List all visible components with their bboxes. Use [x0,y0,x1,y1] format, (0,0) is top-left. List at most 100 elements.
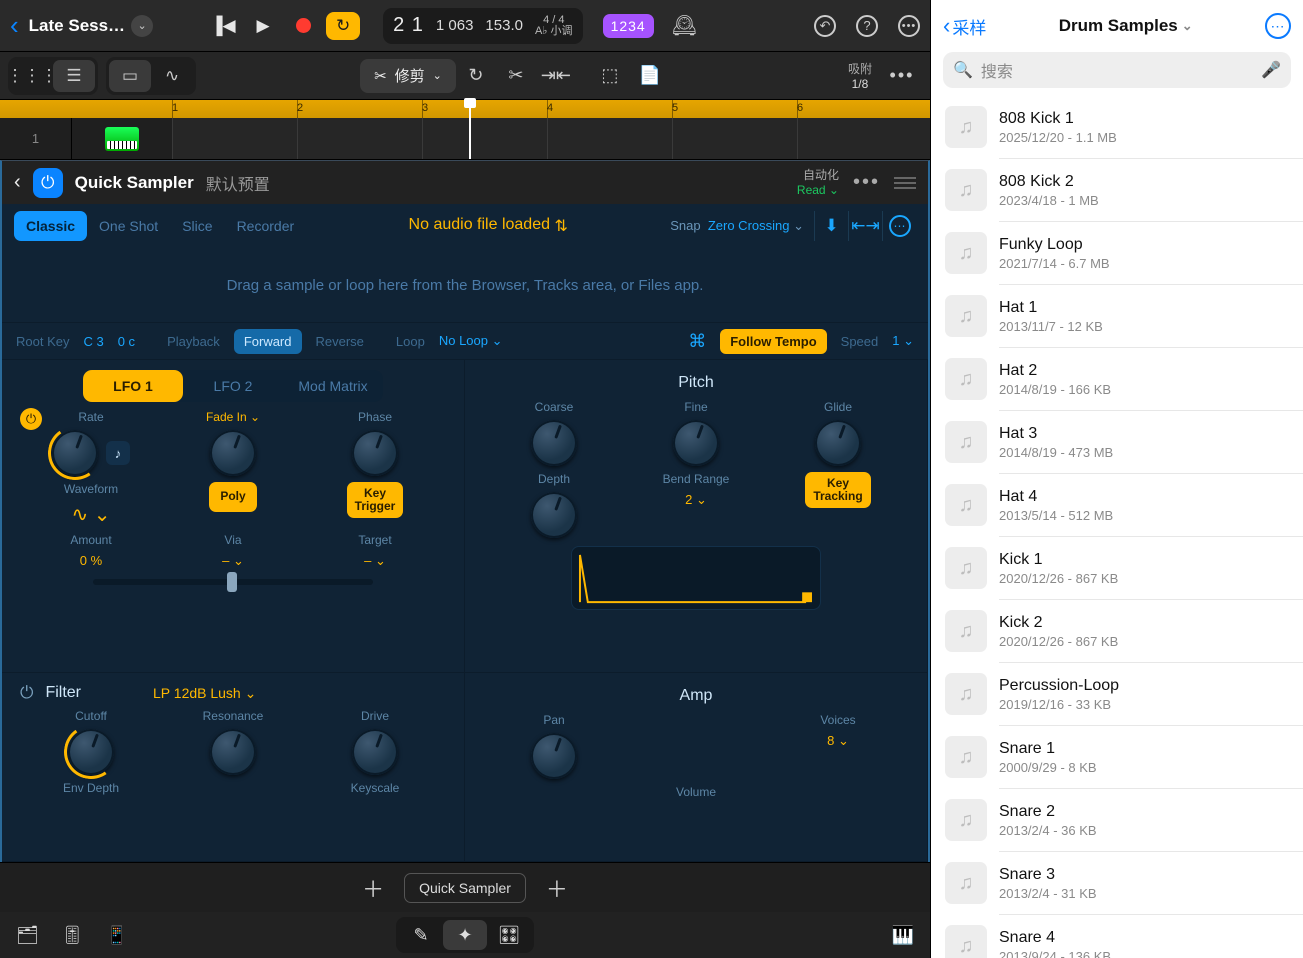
join-tool-button[interactable]: ⇥⇤ [536,59,576,93]
sidebar-title[interactable]: Drum Samples⌄ [990,16,1261,36]
rate-knob[interactable] [52,430,98,476]
plugin-slot[interactable]: Quick Sampler [404,873,526,903]
loop-value[interactable]: No Loop ⌄ [439,333,503,349]
list-item[interactable]: ♫Kick 12020/12/26 - 867 KB [931,537,1303,599]
mode-classic[interactable]: Classic [14,211,87,241]
rate-sync-button[interactable]: ♪ [106,441,130,465]
lfo-tab-2[interactable]: Mod Matrix [283,370,383,402]
pitch-envelope[interactable] [571,546,821,610]
list-item[interactable]: ♫Snare 42013/9/24 - 136 KB [931,915,1303,958]
list-item[interactable]: ♫Hat 12013/11/7 - 12 KB [931,285,1303,347]
speed-value[interactable]: 1 ⌄ [892,333,914,349]
amount-value[interactable]: 0 % [80,553,102,568]
add-plugin-before-button[interactable]: ＋ [356,871,390,905]
list-item[interactable]: ♫808 Kick 12025/12/20 - 1.1 MB [931,96,1303,158]
play-button[interactable]: ▶ [243,9,283,43]
reverse-button[interactable]: Reverse [316,334,364,349]
phase-knob[interactable] [352,430,398,476]
lfo-tab-0[interactable]: LFO 1 [83,370,183,402]
cycle-button[interactable]: ↻ [323,9,363,43]
plugin-back-button[interactable]: ‹ [14,171,21,194]
toolbar-more-button[interactable]: ••• [882,59,922,93]
undo-history-button[interactable]: ↶ [814,15,836,37]
list-item[interactable]: ♫808 Kick 22023/4/18 - 1 MB [931,159,1303,221]
paste-tool-button[interactable]: 📄 [630,59,670,93]
settings-button[interactable]: ••• [898,15,920,37]
help-button[interactable]: ? [856,15,878,37]
smart-mode-button[interactable]: ✦ [443,920,487,950]
record-button[interactable] [283,9,323,43]
edit-tool-button[interactable]: ✂ 修剪 ⌄ [360,59,456,93]
grid-view-button[interactable]: ⋮⋮⋮ [11,60,53,92]
region-inspector-button[interactable]: ▭ [109,60,151,92]
channel-button[interactable]: 📱 [106,925,128,946]
fine-knob[interactable] [673,420,719,466]
mode-recorder[interactable]: Recorder [225,211,307,241]
project-title[interactable]: Late Sess… [29,16,125,36]
key-tracking-button[interactable]: KeyTracking [805,472,870,508]
add-plugin-after-button[interactable]: ＋ [540,871,574,905]
waveform-selector[interactable]: ∿ ⌄ [71,502,110,527]
sampler-more-button[interactable]: ⋯ [882,211,916,241]
forward-button[interactable]: Forward [234,329,302,354]
pan-knob[interactable] [531,733,577,779]
list-item[interactable]: ♫Snare 12000/9/29 - 8 KB [931,726,1303,788]
mixer-button[interactable]: 🎚 [61,925,84,946]
drive-knob[interactable] [352,729,398,775]
filter-mode[interactable]: LP 12dB Lush ⌄ [153,685,256,702]
target-value[interactable]: – ⌄ [364,553,386,569]
cutoff-knob[interactable] [68,729,114,775]
automation-mode[interactable]: 自动化 Read ⌄ [797,168,839,197]
library-button[interactable]: 🗂 [16,925,39,946]
follow-tempo-button[interactable]: Follow Tempo [720,329,826,354]
sidebar-search[interactable]: 🔍 搜索 🎤 [943,52,1291,88]
voices-value[interactable]: 8 ⌄ [827,733,849,749]
tune-value[interactable]: 0 c [118,334,135,349]
drop-area[interactable]: Drag a sample or loop here from the Brow… [2,248,928,322]
list-item[interactable]: ♫Snare 22013/2/4 - 36 KB [931,789,1303,851]
count-in-button[interactable]: 1234 [603,14,654,38]
plugin-power-button[interactable]: ⏻ [33,168,63,198]
fade-label[interactable]: Fade In ⌄ [206,410,260,424]
split-tool-button[interactable]: ✂ [496,59,536,93]
list-item[interactable]: ♫Kick 22020/12/26 - 867 KB [931,600,1303,662]
sampler-snap[interactable]: Snap Zero Crossing ⌄ [670,218,804,234]
rootkey-value[interactable]: C 3 [83,334,103,349]
depth-knob[interactable] [531,492,577,538]
lcd-display[interactable]: 2 1 1 063 153.0 4 / 4 A♭ 小调 [383,8,583,44]
lfo-power-button[interactable]: ⏻ [20,408,42,430]
plugin-more-button[interactable]: ••• [853,171,880,194]
resonance-knob[interactable] [210,729,256,775]
amount-slider[interactable] [93,579,373,585]
mic-icon[interactable]: 🎤 [1261,60,1281,80]
project-menu-icon[interactable]: ⌄ [131,15,153,37]
bend-value[interactable]: 2 ⌄ [685,492,707,508]
list-item[interactable]: ♫Percussion-Loop2019/12/16 - 33 KB [931,663,1303,725]
mode-slice[interactable]: Slice [170,211,224,241]
plugin-preset[interactable]: 默认预置 [206,171,270,195]
loop-tool-button[interactable]: ↻ [456,59,496,93]
trim-button[interactable]: ⇤⇥ [848,211,882,241]
via-value[interactable]: – ⌄ [222,553,244,569]
track-instrument-icon[interactable] [72,118,172,159]
filter-power-button[interactable]: ⏻ [20,683,33,703]
sidebar-more-button[interactable]: ⋯ [1265,13,1291,39]
fade-knob[interactable] [210,430,256,476]
arrange-area[interactable] [172,118,930,159]
plugin-name[interactable]: Quick Sampler [75,173,194,193]
controls-mode-button[interactable]: 🎛 [487,920,531,950]
select-tool-button[interactable]: ⬚ [590,59,630,93]
audio-file-status[interactable]: No audio file loaded ⇅ [306,216,670,236]
key-trigger-button[interactable]: KeyTrigger [347,482,404,518]
go-to-start-button[interactable]: ▐◀ [203,9,243,43]
coarse-knob[interactable] [531,420,577,466]
list-item[interactable]: ♫Hat 22014/8/19 - 166 KB [931,348,1303,410]
list-item[interactable]: ♫Snare 32013/2/4 - 31 KB [931,852,1303,914]
flex-icon[interactable]: ⌘ [688,331,706,352]
lfo-tab-1[interactable]: LFO 2 [183,370,283,402]
metronome-icon[interactable]: 🕰 [672,13,697,38]
snap-display[interactable]: 吸附 1/8 [848,60,872,91]
tracks-view-button[interactable]: ☰ [53,60,95,92]
track-row[interactable]: 1 [0,118,930,160]
import-button[interactable]: ⬇ [814,211,848,241]
